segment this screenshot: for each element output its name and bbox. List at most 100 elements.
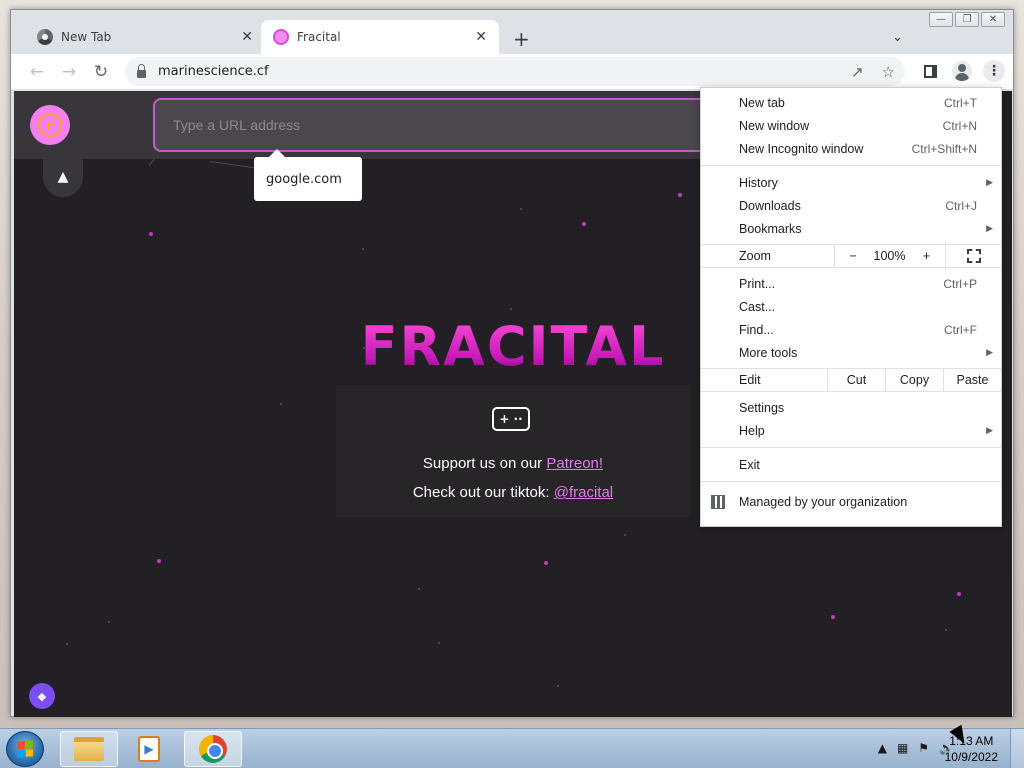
menu-item-new-incognito[interactable]: New Incognito window Ctrl+Shift+N — [701, 137, 1001, 160]
menu-item-edit: Edit Cut Copy Paste — [701, 368, 1001, 392]
browser-toolbar: ← → ↻ marinescience.cf ↗ ☆ ⋮ — [11, 54, 1013, 89]
site-logo[interactable]: F — [30, 105, 70, 145]
tiktok-text: Check out our tiktok: — [412, 484, 554, 501]
address-bar[interactable]: marinescience.cf ↗ ☆ — [125, 57, 905, 86]
fracital-favicon-icon — [273, 29, 289, 45]
close-icon[interactable]: ✕ — [241, 29, 253, 45]
copy-button[interactable]: Copy — [885, 369, 943, 391]
toolbar-right: ⋮ — [919, 60, 1005, 82]
patreon-link[interactable]: Patreon! — [546, 455, 603, 472]
edit-controls: Cut Copy Paste — [827, 369, 1001, 391]
new-tab-plus-icon[interactable]: + — [513, 27, 530, 51]
tab-new-tab[interactable]: New Tab ✕ — [25, 20, 265, 54]
menu-shortcut: Ctrl+J — [945, 198, 977, 213]
gamepad-icon[interactable]: + ·· — [492, 407, 530, 431]
folder-icon — [74, 737, 104, 761]
menu-item-history[interactable]: History ▶ — [701, 171, 1001, 194]
zoom-in-button[interactable]: + — [908, 245, 945, 267]
tab-fracital[interactable]: Fracital ✕ — [261, 20, 499, 54]
side-panel-icon[interactable] — [919, 60, 941, 82]
menu-label: Downloads — [739, 198, 801, 213]
tab-title: Fracital — [297, 30, 341, 44]
menu-item-zoom: Zoom − 100% + — [701, 244, 1001, 268]
profile-icon[interactable] — [951, 60, 973, 82]
menu-label: History — [739, 175, 778, 190]
address-url[interactable]: marinescience.cf — [158, 64, 269, 79]
particle-dot — [362, 248, 364, 250]
menu-item-find[interactable]: Find... Ctrl+F — [701, 318, 1001, 341]
collapse-chevron-up-icon[interactable]: ▲ — [43, 157, 83, 197]
particle-dot — [945, 629, 947, 631]
floating-action-diamond-icon[interactable]: ◆ — [29, 683, 55, 709]
paste-button[interactable]: Paste — [943, 369, 1001, 391]
menu-label: Help — [739, 423, 765, 438]
menu-item-new-window[interactable]: New window Ctrl+N — [701, 114, 1001, 137]
chrome-menu-kebab-icon[interactable]: ⋮ — [983, 60, 1005, 82]
forward-arrow-icon[interactable]: → — [53, 62, 85, 82]
tab-search-chevron-icon[interactable]: ⌄ — [892, 30, 903, 45]
reload-icon[interactable]: ↻ — [85, 62, 117, 82]
particle-dot — [557, 685, 559, 687]
fullscreen-icon — [966, 249, 981, 263]
particle-dot — [66, 643, 68, 645]
taskbar-media-player[interactable]: ▶ — [120, 731, 178, 767]
particle-dot — [624, 534, 626, 536]
submenu-arrow-icon: ▶ — [986, 347, 993, 357]
menu-label: More tools — [739, 345, 798, 360]
menu-label: Print... — [739, 276, 776, 291]
bookmark-star-icon[interactable]: ☆ — [882, 63, 895, 81]
menu-item-help[interactable]: Help ▶ — [701, 419, 1001, 442]
show-desktop-button[interactable] — [1010, 729, 1024, 768]
taskbar-explorer[interactable] — [60, 731, 118, 767]
logo-letter: F — [38, 113, 62, 137]
particle-dot — [438, 642, 440, 644]
particle-dot — [520, 208, 522, 210]
menu-separator — [701, 447, 1001, 448]
tray-expand-arrow-icon[interactable]: ▲ — [878, 741, 887, 755]
zoom-controls: − 100% + — [834, 245, 1001, 267]
submenu-arrow-icon: ▶ — [986, 223, 993, 233]
url-search-input[interactable]: Type a URL address — [153, 98, 713, 152]
url-suggestion-tooltip[interactable]: google.com — [254, 149, 362, 201]
taskbar-chrome[interactable] — [184, 731, 242, 767]
menu-item-new-tab[interactable]: New tab Ctrl+T — [701, 91, 1001, 114]
cut-button[interactable]: Cut — [827, 369, 885, 391]
menu-label: Settings — [739, 400, 785, 415]
menu-separator — [701, 165, 1001, 166]
particle-dot — [149, 232, 153, 236]
lock-icon[interactable] — [137, 63, 146, 78]
back-arrow-icon[interactable]: ← — [21, 62, 53, 82]
header-panel: F Type a URL address — [14, 91, 714, 159]
menu-shortcut: Ctrl+Shift+N — [911, 141, 977, 156]
start-button[interactable] — [6, 731, 44, 767]
menu-item-cast[interactable]: Cast... — [701, 295, 1001, 318]
particle-dot — [418, 588, 420, 590]
menu-item-bookmarks[interactable]: Bookmarks ▶ — [701, 217, 1001, 240]
particle-dot — [280, 403, 282, 405]
menu-item-print[interactable]: Print... Ctrl+P — [701, 272, 1001, 295]
network-icon[interactable]: ▦ — [897, 741, 908, 755]
menu-shortcut: Ctrl+N — [942, 118, 977, 133]
menu-item-settings[interactable]: Settings — [701, 396, 1001, 419]
zoom-level: 100% — [873, 249, 906, 263]
menu-item-managed[interactable]: Managed by your organization — [701, 481, 1001, 521]
share-icon[interactable]: ↗ — [851, 63, 864, 81]
menu-label: Bookmarks — [739, 221, 802, 236]
building-icon — [711, 495, 725, 509]
menu-label: New window — [739, 118, 810, 133]
tab-title: New Tab — [61, 30, 112, 44]
menu-item-more-tools[interactable]: More tools ▶ — [701, 341, 1001, 364]
omnibox-actions: ↗ ☆ — [851, 63, 895, 81]
particle-dot — [108, 621, 110, 623]
chrome-icon — [199, 735, 227, 763]
close-icon[interactable]: ✕ — [475, 29, 487, 45]
menu-shortcut: Ctrl+P — [943, 276, 977, 291]
action-center-flag-icon[interactable]: ⚑ — [918, 741, 929, 755]
menu-label: New tab — [739, 95, 785, 110]
fullscreen-button[interactable] — [945, 245, 1001, 267]
tiktok-link[interactable]: @fracital — [554, 484, 613, 501]
menu-item-exit[interactable]: Exit — [701, 453, 1001, 476]
menu-item-downloads[interactable]: Downloads Ctrl+J — [701, 194, 1001, 217]
zoom-out-button[interactable]: − — [834, 245, 871, 267]
particle-dot — [831, 615, 835, 619]
